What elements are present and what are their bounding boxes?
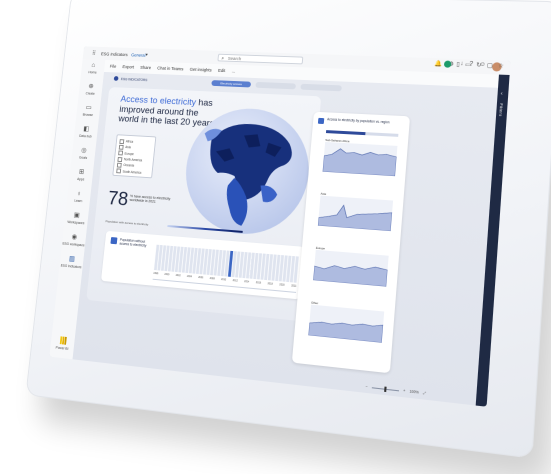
chevron-left-icon[interactable]: ‹	[501, 91, 503, 97]
report-page: ESG INDICATORS Electricity access Access…	[73, 72, 499, 406]
main-visual-card: Access to electricity has improved aroun…	[86, 87, 321, 321]
chevron-down-icon[interactable]: ▾	[145, 52, 148, 58]
area-chart-svg	[323, 142, 398, 176]
app-name[interactable]: ESG Indicators	[101, 51, 128, 57]
side-panel-title: Access to electricity by population vs. …	[327, 117, 404, 125]
checkbox-icon	[116, 168, 121, 173]
favorite-icon[interactable]: ☆	[498, 62, 504, 69]
side-panel-card: Access to electricity by population vs. …	[292, 112, 410, 374]
timeline-title: Population without access to electricity	[119, 238, 154, 249]
big-number: 78	[107, 188, 129, 211]
nav-data-hub[interactable]: ◧ Data hub	[73, 124, 98, 145]
timeline-year-label: 2002	[175, 274, 180, 277]
area-chart-2[interactable]: Asia	[318, 192, 394, 234]
timeline-year-label: 2006	[198, 276, 203, 279]
comment-icon[interactable]: ▢	[487, 62, 493, 69]
get-insights-button[interactable]: Get insights	[190, 67, 212, 73]
nav-workspaces[interactable]: ▣ Workspaces	[64, 210, 89, 232]
timeline-year-label: 2004	[187, 275, 192, 278]
tab-page-2[interactable]	[255, 82, 296, 89]
report-header: ESG INDICATORS	[114, 76, 148, 82]
home-icon: ⌂	[81, 61, 105, 71]
nav-esg-indicators[interactable]: ▥ ESG Indicators	[59, 254, 84, 276]
area-chart-1[interactable]: Sub-Saharan Africa	[322, 138, 397, 178]
map-legend-label: Population with access to electricity	[105, 219, 148, 226]
checkbox-icon	[119, 139, 124, 144]
chart-icon	[110, 237, 117, 244]
area-chart-svg	[313, 250, 389, 287]
power-bi-logo[interactable]: Power BI	[50, 335, 75, 351]
search-icon: ⌕	[221, 55, 224, 63]
view-icon[interactable]: ▭	[465, 61, 471, 68]
nav-learn[interactable]: ♁ Learn	[66, 189, 91, 210]
nav-create[interactable]: ⊕ Create	[78, 82, 103, 102]
checkbox-icon	[118, 151, 123, 156]
search-placeholder: Search	[228, 56, 242, 61]
more-options[interactable]: ...	[232, 69, 236, 74]
timeline-year-label: 2010	[221, 278, 226, 281]
nav-goals[interactable]: ◎ Goals	[71, 146, 96, 167]
timeline-year-label: 2020	[279, 283, 285, 287]
timeline-year-label: 2014	[244, 280, 249, 283]
tab-electricity[interactable]: Electricity access	[211, 80, 251, 87]
checkbox-icon	[119, 145, 124, 150]
chart-icon	[318, 118, 324, 124]
timeline-year-label: 2000	[164, 273, 169, 276]
nav-esg-workspace[interactable]: ◉ ESG workspace	[61, 232, 86, 254]
area-chart-svg	[318, 196, 393, 232]
nav-browse[interactable]: ▭ Browse	[76, 103, 101, 124]
status-dot	[444, 61, 452, 68]
timeline-year-label: 2012	[232, 279, 237, 282]
region-option[interactable]: South America	[116, 168, 149, 176]
share-button[interactable]: Share	[140, 65, 151, 70]
area-chart-svg	[308, 305, 384, 343]
zoom-slider-knob[interactable]	[384, 386, 387, 392]
tablet-device: ⠿ ESG Indicators General ▾ ⌕ Search 🔔 ⚙ …	[25, 0, 551, 459]
big-number-label: % have access to electricity worldwide i…	[129, 194, 185, 206]
fit-to-page-icon[interactable]: ⤢	[423, 391, 426, 396]
export-menu[interactable]: Export	[122, 64, 134, 69]
checkbox-icon	[117, 163, 122, 168]
edit-button[interactable]: Edit	[218, 68, 226, 73]
filters-label: Filters	[498, 103, 504, 117]
globe-map[interactable]	[174, 100, 320, 243]
timeline-card: Population without access to electricity…	[101, 231, 304, 300]
plus-icon: ⊕	[79, 82, 103, 92]
side-panel-progress	[326, 130, 398, 137]
area-chart-4[interactable]: Other	[308, 301, 384, 345]
workspace-name[interactable]: General	[131, 52, 146, 57]
app-screen: ⠿ ESG Indicators General ▾ ⌕ Search 🔔 ⚙ …	[49, 46, 510, 406]
timeline-year-label: 2008	[209, 277, 214, 280]
chat-in-teams-button[interactable]: Chat in Teams	[157, 66, 183, 72]
zoom-in-icon[interactable]: +	[403, 389, 405, 393]
app-launcher-icon[interactable]: ⠿	[92, 50, 97, 57]
report-logo-icon	[114, 76, 119, 81]
file-menu[interactable]: File	[110, 64, 117, 69]
timeline-year-label: 2018	[267, 282, 272, 285]
timeline-year-label: 1998	[153, 272, 158, 275]
page-tabs: Electricity access	[211, 80, 342, 91]
zoom-out-icon[interactable]: −	[365, 384, 367, 388]
zoom-level: 100%	[409, 389, 419, 394]
tab-page-3[interactable]	[300, 84, 342, 92]
area-chart-3[interactable]: Europe	[313, 246, 389, 289]
timeline-year-label: 2016	[256, 281, 261, 284]
refresh-icon[interactable]: ↻	[476, 62, 482, 69]
region-slicer: Africa Asia Europe North America Oceania…	[112, 134, 156, 178]
folder-icon: ▭	[77, 103, 101, 113]
timeline-year-label: 2021	[291, 284, 297, 288]
power-bi-icon	[59, 336, 66, 344]
notification-icon[interactable]: 🔔	[434, 60, 442, 69]
checkbox-icon	[117, 157, 122, 162]
bookmark-icon[interactable]: ▯	[456, 61, 460, 68]
nav-apps[interactable]: ⊞ Apps	[68, 167, 93, 188]
nav-home[interactable]: ⌂ Home	[80, 61, 105, 81]
